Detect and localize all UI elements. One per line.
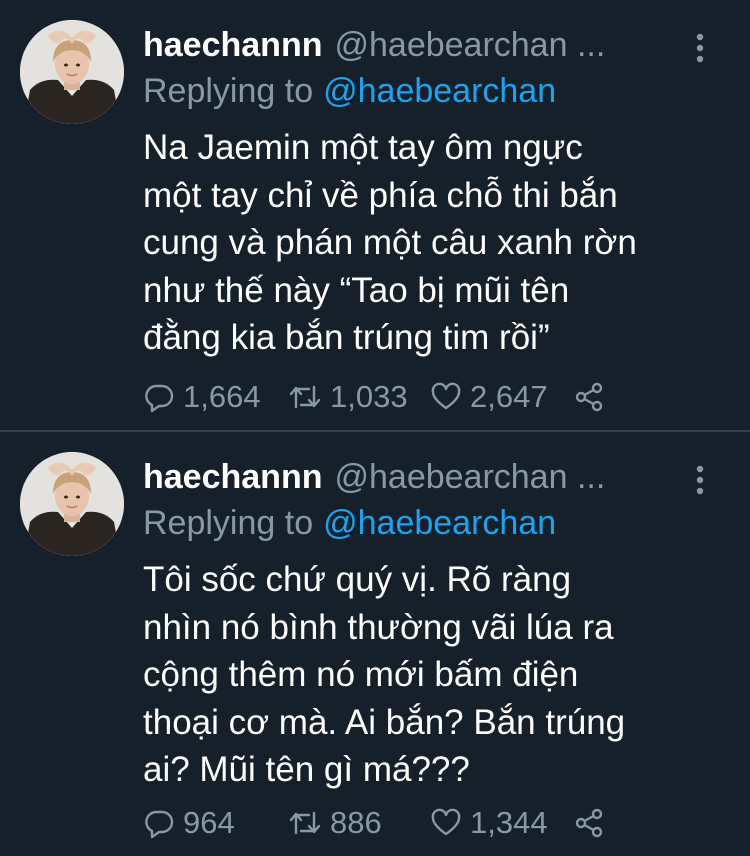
like-count: 2,647	[470, 379, 548, 414]
retweet-icon	[289, 385, 321, 409]
like-button[interactable]: 1,344	[430, 798, 548, 848]
replying-to-mention[interactable]: @haebearchan	[323, 504, 556, 542]
tweet-text: Na Jaemin một tay ôm ngực một tay chỉ về…	[143, 124, 723, 362]
more-vertical-icon[interactable]	[690, 462, 710, 502]
tweet-text-line: cộng thêm nó mới bấm điện	[143, 655, 579, 694]
tweet-text-line: Na Jaemin một tay ôm ngực	[143, 128, 583, 167]
tweet-text-line: Tôi sốc chứ quý vị. Rõ ràng	[143, 560, 572, 599]
tweet-text-line: thoại cơ mà. Ai bắn? Bắn trúng	[143, 702, 626, 742]
heart-icon	[431, 808, 461, 836]
tweet-text-line: nhìn nó bình thường vãi lúa ra	[143, 607, 614, 647]
tweet-text-line: cung và phán một câu xanh rờn	[143, 223, 637, 262]
reply-button[interactable]: 964	[143, 798, 235, 848]
tweet[interactable]: haechannn @haebearchan ... Replying to @ha…	[0, 0, 750, 430]
tweet-header: haechannn @haebearchan ...	[143, 452, 683, 502]
tweet-text-line: ai? Mũi tên gì má???	[143, 750, 470, 789]
user-handle[interactable]: @haebearchan ...	[334, 458, 605, 496]
user-handle[interactable]: @haebearchan ...	[334, 26, 605, 64]
reply-count: 964	[183, 805, 235, 840]
tweet-text-line: một tay chỉ về phía chỗ thi bắn	[143, 175, 618, 215]
tweet-actions: 964 886 1,344	[143, 798, 723, 848]
retweet-icon	[289, 811, 321, 835]
reply-count: 1,664	[183, 379, 261, 414]
replying-to: Replying to @haebearchan	[143, 66, 556, 116]
like-count: 1,344	[470, 805, 548, 840]
retweet-count: 886	[330, 805, 382, 840]
reply-icon	[145, 810, 174, 839]
retweet-count: 1,033	[330, 379, 408, 414]
reply-button[interactable]: 1,664	[143, 372, 261, 422]
retweet-button[interactable]: 886	[288, 798, 382, 848]
replying-to-label: Replying to	[143, 72, 314, 110]
tweet-text: Tôi sốc chứ quý vị. Rõ ràng nhìn nó bình…	[143, 556, 723, 794]
tweet-actions: 1,664 1,033 2,647	[143, 372, 723, 422]
retweet-button[interactable]: 1,033	[288, 372, 408, 422]
heart-icon	[431, 382, 461, 410]
more-vertical-icon[interactable]	[690, 30, 710, 70]
share-button[interactable]	[573, 798, 613, 848]
replying-to-mention[interactable]: @haebearchan	[323, 72, 556, 110]
tweet-text-line: như thế này “Tao bị mũi tên	[143, 270, 570, 310]
replying-to: Replying to @haebearchan	[143, 498, 556, 548]
tweet-text-line: đằng kia bắn trúng tim rồi”	[143, 318, 550, 357]
reply-icon	[145, 384, 174, 413]
share-icon	[575, 382, 603, 412]
share-icon	[575, 808, 603, 838]
share-button[interactable]	[573, 372, 613, 422]
like-button[interactable]: 2,647	[430, 372, 548, 422]
avatar[interactable]	[20, 20, 124, 124]
replying-to-label: Replying to	[143, 504, 314, 542]
tweet[interactable]: haechannn @haebearchan ... Replying to @ha…	[0, 432, 750, 856]
avatar[interactable]	[20, 452, 124, 556]
display-name[interactable]: haechannn	[143, 458, 322, 496]
display-name[interactable]: haechannn	[143, 26, 322, 64]
tweet-header: haechannn @haebearchan ...	[143, 20, 683, 70]
